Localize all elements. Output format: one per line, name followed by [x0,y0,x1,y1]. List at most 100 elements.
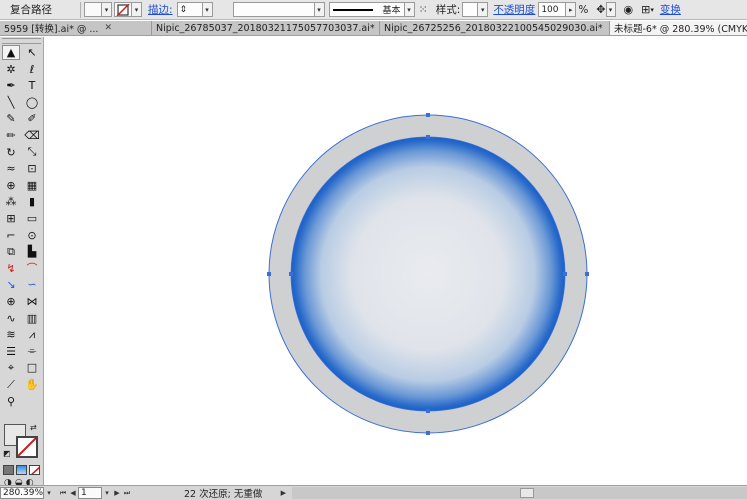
scrollbar-thumb[interactable] [520,488,535,498]
mesh-tool-icon[interactable]: ⊞ [2,211,20,226]
gradient-sphere[interactable] [290,136,566,412]
variable-width-dropdown[interactable]: ▾ [314,2,325,17]
layers-stack-icon[interactable]: ≋ [2,327,20,342]
anchor-point[interactable] [289,272,293,276]
align-icon[interactable]: ⊞ [641,3,650,16]
convert-anchor-icon[interactable]: ⌒ [23,261,41,276]
brush-options-icon[interactable]: ⁙ [419,3,428,16]
envelope-distort-icon[interactable]: ⋈ [23,294,41,309]
last-artboard-button[interactable]: ⏭ [122,487,132,499]
slice-tool-icon[interactable]: ⧉ [2,244,20,259]
hand-tool-icon[interactable]: ✋ [23,377,41,392]
blend-tool-icon[interactable]: ⊙ [23,228,41,243]
opacity-input[interactable]: 100 [538,2,567,17]
artboard-canvas[interactable] [45,37,747,485]
color-button[interactable] [3,465,14,475]
opacity-dropdown[interactable]: ▸ [566,2,577,17]
stroke-dropdown[interactable]: ▾ [132,2,142,17]
fill-dropdown[interactable]: ▾ [102,2,112,17]
artboard-icon[interactable]: □ [23,360,41,375]
close-icon[interactable]: ✕ [104,23,112,33]
anchor-delete-icon[interactable]: ↘ [2,277,20,292]
column-graph-icon[interactable]: ▮ [23,194,41,209]
direct-selection-tool-icon[interactable]: ↖ [23,45,41,60]
none-button[interactable] [29,465,40,475]
stroke-swatch[interactable] [114,2,132,17]
magic-wand-icon[interactable]: ✲ [2,62,20,77]
warp-tool-icon[interactable]: ≈ [2,161,20,176]
tab-document-2[interactable]: Nipic_26785037_20180321175057703037.ai* … [152,21,380,35]
ellipse-tool-icon[interactable]: ◯ [23,95,41,110]
artboard-number-input[interactable]: 1 [78,487,102,499]
symbol-sprayer-icon[interactable]: ⁂ [2,194,20,209]
free-transform-icon[interactable]: ⊡ [23,161,41,176]
zoom-input[interactable]: 280.39% [0,487,44,499]
horizontal-scrollbar[interactable] [292,487,747,499]
gradient-button[interactable] [16,465,27,475]
stroke-weight-dropdown[interactable]: ▾ [202,2,213,17]
scale-tool-icon[interactable]: ⤡ [23,145,41,160]
tab-document-active[interactable]: 未标题-6* @ 280.39% (CMYK [610,21,747,35]
fill-swatch[interactable] [84,2,102,17]
recolor-icon[interactable]: ✥ [596,3,605,16]
brush-profile-dropdown[interactable]: ▾ [404,2,415,17]
stroke-link[interactable]: 描边: [148,2,173,17]
type-tool-icon[interactable]: T [23,78,41,93]
blob-brush-icon[interactable]: ✏ [2,128,20,143]
brush-profile-label: 基本 [382,6,401,16]
anchor-point[interactable] [426,409,430,413]
anchor-point[interactable] [563,272,567,276]
curvature-icon[interactable]: ∽ [23,277,41,292]
artboard-dropdown[interactable]: ▾ [102,487,112,499]
perspective-grid-icon[interactable]: ▦ [23,178,41,193]
gradient-tool-icon[interactable]: ▭ [23,211,41,226]
prev-artboard-button[interactable]: ◀ [68,487,78,499]
recolor-dropdown[interactable]: ▾ [605,2,616,17]
eraser-icon[interactable]: ⌫ [23,128,41,143]
eyedropper-icon[interactable]: ⌐ [2,228,20,243]
paintbrush-icon[interactable]: ✎ [2,111,20,126]
list-icon[interactable]: ☰ [2,344,20,359]
next-artboard-button[interactable]: ▶ [112,487,122,499]
anchor-add-icon[interactable]: ↯ [2,261,20,276]
first-artboard-button[interactable]: ⏮ [58,487,68,499]
stroke-color-swatch[interactable] [16,436,38,458]
transform-link[interactable]: 变换 [660,2,681,17]
zoom-dropdown[interactable]: ▾ [44,487,54,499]
knife-icon[interactable]: ⟋ [2,377,20,392]
bar-graph-icon[interactable]: ▥ [23,311,41,326]
wave-distort-icon[interactable]: ∿ [2,311,20,326]
default-colors-icon[interactable]: ◩ [3,449,11,458]
shape-builder-icon[interactable]: ⊕ [2,178,20,193]
line-tool-icon[interactable]: ╲ [2,95,20,110]
align-dropdown-icon[interactable]: ▾ [650,6,654,14]
status-menu-button[interactable]: ▶ [278,487,288,499]
anchor-point[interactable] [426,431,430,435]
zoom-tool-icon[interactable]: ⚲ [2,394,20,409]
anchor-point[interactable] [426,113,430,117]
zigzag-icon[interactable]: ⩘ [23,327,41,342]
graphic-style-dropdown[interactable]: ▾ [478,2,489,17]
variable-width-select[interactable] [232,2,315,17]
eyedropper-alt-icon[interactable]: ⌯ [23,344,41,359]
selection-tool-icon[interactable]: ▲ [2,45,20,60]
anchor-point[interactable] [426,135,430,139]
crosshair-icon[interactable]: ⊕ [2,294,20,309]
graphic-style-swatch[interactable] [462,2,479,17]
measure-icon[interactable]: ⌖ [2,360,20,375]
graph-tool-icon[interactable]: ▙ [23,244,41,259]
stroke-weight-stepper[interactable]: ⇕ [176,2,203,17]
anchor-point[interactable] [585,272,589,276]
pencil-icon[interactable]: ✐ [23,111,41,126]
rotate-tool-icon[interactable]: ↻ [2,145,20,160]
swap-colors-icon[interactable]: ⇄ [30,423,37,432]
brush-profile-select[interactable]: 基本 [328,2,405,17]
opacity-link[interactable]: 不透明度 [493,2,535,17]
lasso-icon[interactable]: ℓ [23,62,41,77]
tab-document-3[interactable]: Nipic_26725256_20180322100545029030.ai* … [380,21,610,35]
panel-grip[interactable] [2,38,41,44]
tab-document-1[interactable]: 5959 [转换].ai* @ ... ✕ [0,21,152,35]
pen-tool-icon[interactable]: ✒ [2,78,20,93]
anchor-point[interactable] [267,272,271,276]
globe-icon[interactable]: ◉ [624,3,634,16]
